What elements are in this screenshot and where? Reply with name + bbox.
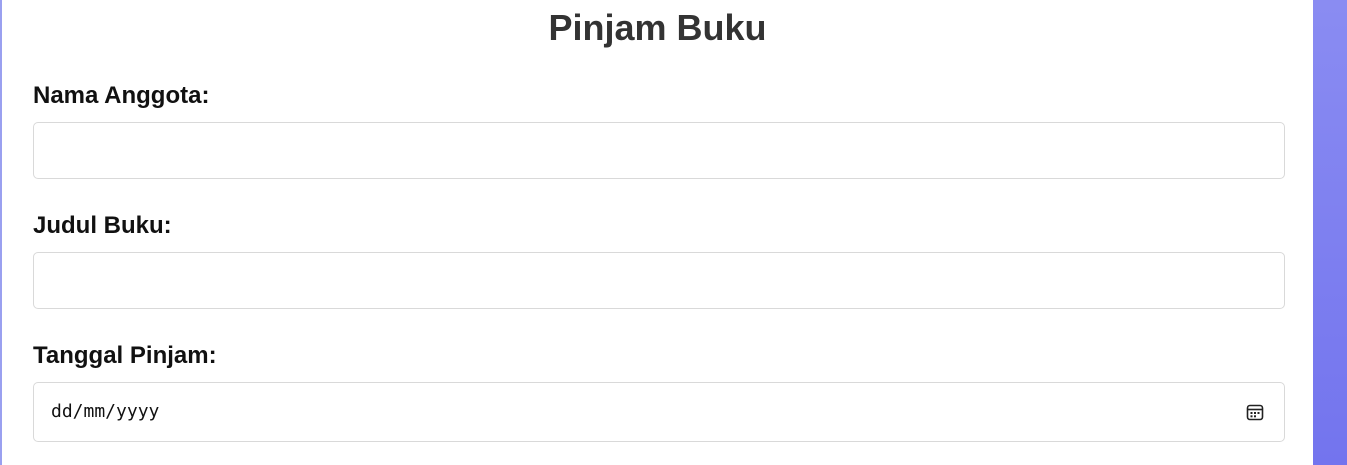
member-name-input[interactable] (34, 123, 1284, 178)
member-name-field-wrapper (33, 122, 1285, 179)
book-title-label: Judul Buku: (33, 212, 172, 239)
borrow-form-card: Pinjam Buku Nama Anggota: Judul Buku: Ta… (2, 0, 1313, 465)
page-title: Pinjam Buku (548, 7, 767, 48)
book-title-field-wrapper (33, 252, 1285, 309)
calendar-icon[interactable] (1246, 403, 1264, 421)
member-name-label: Nama Anggota: (33, 82, 210, 109)
book-title-input[interactable] (34, 253, 1284, 308)
borrow-date-label: Tanggal Pinjam: (33, 342, 217, 369)
date-placeholder: dd/mm/yyyy (51, 401, 160, 422)
borrow-date-input[interactable]: dd/mm/yyyy (33, 382, 1285, 442)
